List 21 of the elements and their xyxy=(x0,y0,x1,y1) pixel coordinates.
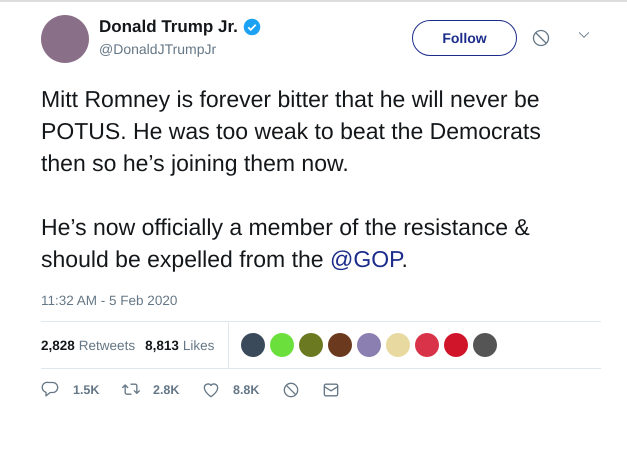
liker-avatar-placeholder[interactable] xyxy=(328,333,352,357)
liker-avatar-placeholder[interactable] xyxy=(415,333,440,357)
author-name[interactable]: Donald Trump Jr. xyxy=(99,17,238,37)
like-button[interactable]: 8.8K xyxy=(201,380,281,400)
follow-button[interactable]: Follow xyxy=(412,20,517,56)
reply-button[interactable]: 1.5K xyxy=(41,380,121,400)
liker-avatar-placeholder[interactable] xyxy=(241,333,266,357)
liker-avatar-placeholder[interactable] xyxy=(473,333,498,357)
avatar-placeholder[interactable] xyxy=(41,15,89,63)
stat-link[interactable]: 2,828 Retweets xyxy=(41,338,136,352)
tweet-text: Mitt Romney is forever bitter that he will never be POTUS. He was too weak to beat the Democrats then so he’s joining them now. xyxy=(41,85,542,178)
liker-avatar-placeholder[interactable] xyxy=(444,333,468,357)
retweet-button[interactable]: 2.8K xyxy=(121,380,201,400)
stat-link[interactable]: 8,813 Likes xyxy=(145,338,214,352)
block-icon[interactable] xyxy=(531,28,551,48)
mention-link[interactable]: @GOP xyxy=(330,246,402,272)
liker-avatar-placeholder[interactable] xyxy=(299,333,324,357)
tweet-text: He’s now officially a member of the resistance & should be expelled from the @GOP. xyxy=(41,213,531,274)
block-icon xyxy=(281,380,301,400)
author-handle[interactable]: @DonaldJTrumpJr xyxy=(99,41,402,57)
timestamp: 11:32 AM - 5 Feb 2020 xyxy=(41,293,178,308)
